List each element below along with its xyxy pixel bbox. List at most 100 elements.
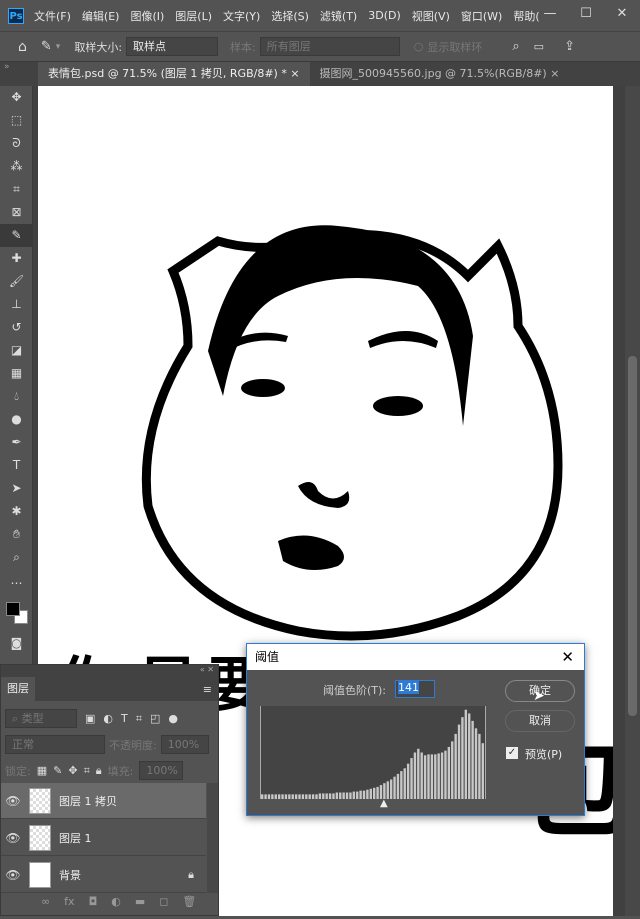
menu-layer[interactable]: 图层(L) (175, 8, 212, 24)
quick-mask-icon[interactable]: ◙ (0, 632, 33, 655)
type-tool-icon[interactable]: T (0, 454, 33, 477)
brush-tool-icon[interactable]: 🖌︎ (0, 270, 33, 293)
menu-3d[interactable]: 3D(D) (368, 9, 401, 22)
menu-edit[interactable]: 编辑(E) (82, 8, 120, 24)
lock-transparency-icon[interactable]: ▦ (37, 764, 47, 777)
histogram-bar (362, 790, 366, 799)
more-tools-icon[interactable]: … (0, 569, 33, 592)
eyedropper-tool-icon[interactable]: ✎ (0, 224, 33, 247)
tab-close-icon[interactable]: × (290, 67, 299, 80)
histogram-bar (383, 783, 386, 799)
filter-toggle-icon[interactable]: ● (168, 712, 178, 725)
lasso-tool-icon[interactable]: ᘐ (0, 132, 33, 155)
delete-layer-icon[interactable]: 🗑︎ (182, 895, 196, 908)
menu-type[interactable]: 文字(Y) (223, 8, 260, 24)
move-tool-icon[interactable]: ✥ (0, 86, 33, 109)
preview-checkbox[interactable]: ✓ (506, 747, 518, 759)
healing-brush-tool-icon[interactable]: ✚ (0, 247, 33, 270)
frame-tool-icon[interactable]: ⊠ (0, 201, 33, 224)
menu-file[interactable]: 文件(F) (34, 8, 71, 24)
options-bar: ⌂ ✎ ▾ 取样大小: 取样点 样本: 所有图层 ○ 显示取样环 ⌕ ▭ ⇪ (0, 31, 640, 62)
sample-select[interactable]: 所有图层 (259, 37, 400, 56)
dodge-tool-icon[interactable]: ● (0, 408, 33, 431)
blur-tool-icon[interactable]: 💧︎ (0, 385, 33, 408)
scrollbar-thumb[interactable] (628, 356, 637, 716)
lock-icon: 🔒︎ (188, 867, 194, 881)
histogram (260, 706, 486, 799)
magic-wand-tool-icon[interactable]: ⁂ (0, 155, 33, 178)
blend-mode-select[interactable]: 正常 (5, 735, 105, 754)
lock-artboard-icon[interactable]: ⌗ (84, 764, 90, 778)
chevron-down-icon[interactable]: ▾ (56, 42, 61, 52)
histogram-bar (478, 733, 481, 799)
zoom-tool-icon[interactable]: ⌕ (0, 546, 33, 569)
layer-filter-select[interactable]: ⌕ 类型 (5, 709, 77, 728)
gradient-tool-icon[interactable]: ▦ (0, 362, 33, 385)
filter-smart-object-icon[interactable]: ◰ (150, 712, 160, 725)
tab-photo-jpg[interactable]: 摄图网_500945560.jpg @ 71.5%(RGB/8#) × (310, 62, 570, 86)
stamp-tool-icon[interactable]: ⊥ (0, 293, 33, 316)
threshold-level-input[interactable]: 141 (395, 680, 435, 698)
close-button[interactable]: ✕ (604, 0, 640, 31)
opacity-input[interactable]: 100% (160, 735, 209, 754)
history-brush-tool-icon[interactable]: ↺ (0, 316, 33, 339)
new-group-icon[interactable]: ▬ (135, 895, 145, 908)
pen-tool-icon[interactable]: ✒ (0, 431, 33, 454)
shape-tool-icon[interactable]: ✱ (0, 500, 33, 523)
add-mask-icon[interactable]: ◘ (89, 895, 98, 908)
photoshop-logo-icon: Ps (8, 7, 24, 24)
layer-row[interactable]: 👁︎ 背景 🔒︎ (1, 857, 206, 893)
link-layers-icon[interactable]: ∞ (41, 895, 50, 908)
lock-all-icon[interactable]: 🔒︎ (96, 764, 102, 778)
workspace-icon[interactable]: ▭ (534, 40, 544, 53)
menu-window[interactable]: 窗口(W) (461, 8, 502, 24)
tab-emoji-psd[interactable]: 表情包.psd @ 71.5% (图层 1 拷贝, RGB/8#) * × (38, 62, 310, 86)
new-layer-icon[interactable]: ◻ (159, 895, 168, 908)
filter-adjustment-icon[interactable]: ◐ (103, 712, 113, 725)
minimize-button[interactable]: — (532, 0, 568, 31)
visibility-eye-icon[interactable]: 👁︎ (1, 868, 25, 882)
foreground-color-swatch[interactable] (6, 602, 20, 616)
vertical-scrollbar[interactable] (625, 86, 640, 916)
menu-select[interactable]: 选择(S) (271, 8, 309, 24)
panel-menu-icon[interactable]: ≡ (203, 683, 212, 696)
adjustment-layer-icon[interactable]: ◐ (111, 895, 121, 908)
tab-close-icon[interactable]: × (550, 67, 559, 80)
dialog-close-icon[interactable]: ✕ (561, 644, 574, 670)
visibility-eye-icon[interactable]: 👁︎ (1, 794, 25, 808)
layer-row[interactable]: 👁︎ 图层 1 (1, 820, 206, 856)
maximize-button[interactable]: ☐ (568, 0, 604, 31)
filter-pixel-icon[interactable]: ▣ (85, 712, 95, 725)
threshold-slider-handle[interactable]: ▲ (380, 798, 388, 809)
share-icon[interactable]: ⇪ (564, 39, 575, 54)
menu-filter[interactable]: 滤镜(T) (320, 8, 357, 24)
histogram-bar (376, 786, 379, 799)
lock-pixels-icon[interactable]: ✎ (53, 764, 62, 777)
color-swatches[interactable] (0, 592, 32, 632)
sample-size-select[interactable]: 取样点 (126, 37, 219, 56)
filter-shape-icon[interactable]: ⌗ (136, 712, 142, 726)
crop-tool-icon[interactable]: ⌗ (0, 178, 33, 201)
search-icon[interactable]: ⌕ (512, 39, 519, 54)
lock-position-icon[interactable]: ✥ (68, 764, 77, 777)
marquee-tool-icon[interactable]: ⬚ (0, 109, 33, 132)
visibility-eye-icon[interactable]: 👁︎ (1, 831, 25, 845)
collapse-panel-icon[interactable]: » (0, 62, 38, 72)
menu-view[interactable]: 视图(V) (412, 8, 450, 24)
hand-tool-icon[interactable]: ✋︎ (0, 523, 33, 546)
layers-tab[interactable]: 图层 (1, 677, 35, 701)
fill-input[interactable]: 100% (139, 761, 184, 780)
cancel-button[interactable]: 取消 (505, 710, 575, 732)
filter-type-icon[interactable]: T (121, 712, 128, 725)
path-selection-tool-icon[interactable]: ➤ (0, 477, 33, 500)
show-ring-checkbox[interactable]: ○ (414, 40, 424, 53)
eraser-tool-icon[interactable]: ◪ (0, 339, 33, 362)
histogram-bar (457, 724, 461, 799)
panel-header-controls[interactable]: « ✕ (1, 665, 218, 677)
menu-image[interactable]: 图像(I) (130, 8, 164, 24)
fx-icon[interactable]: fx (64, 895, 74, 908)
eyedropper-tool-icon[interactable]: ✎ (41, 39, 52, 54)
home-icon[interactable]: ⌂ (18, 39, 27, 55)
layer-row[interactable]: 👁︎ 图层 1 拷贝 (1, 783, 206, 819)
layers-scrollbar[interactable] (207, 783, 218, 893)
